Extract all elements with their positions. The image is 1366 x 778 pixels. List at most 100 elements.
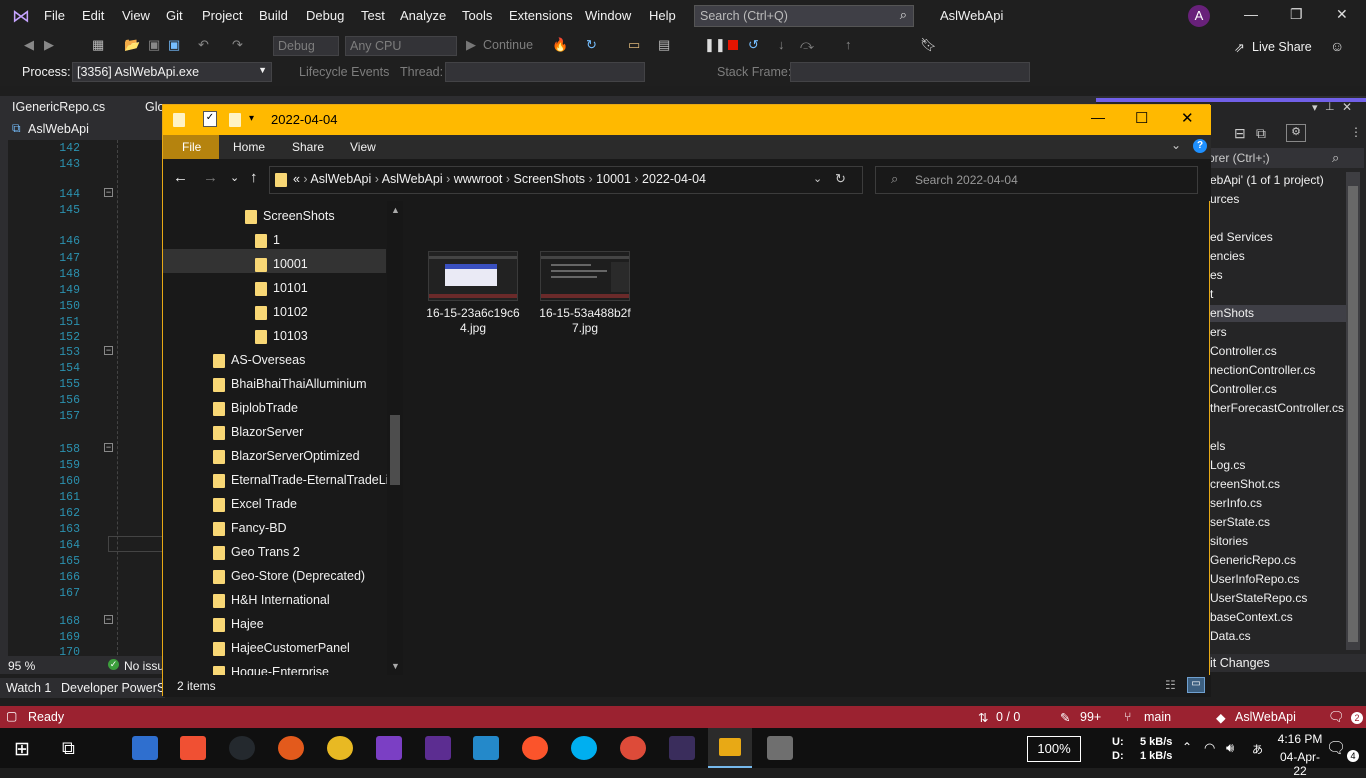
nav-item[interactable]: BlazorServerOptimized (231, 449, 360, 463)
nav-item[interactable]: BhaiBhaiThaiAlluminium (231, 377, 366, 391)
file-manager-icon[interactable] (327, 736, 353, 760)
file-item[interactable]: 16-15-23a6c19c6 4.jpg (425, 251, 520, 341)
zoom-indicator[interactable]: 100% (1027, 736, 1081, 762)
close-icon[interactable]: ✕ (1336, 6, 1348, 23)
task-view-icon[interactable]: ⧉ (62, 738, 75, 759)
refresh-icon[interactable]: ↻ (835, 171, 846, 187)
help-icon[interactable]: ? (1193, 139, 1207, 153)
app-window-icon[interactable] (767, 736, 793, 760)
commits-counter[interactable]: 0 / 0 (996, 710, 1020, 724)
solution-tree-item[interactable]: creenShot.cs (1210, 477, 1280, 491)
pin-icon[interactable]: ⊥ (1325, 100, 1335, 113)
recent-locations-icon[interactable]: ⌄ (230, 171, 239, 184)
expand-ribbon-icon[interactable]: ⌄ (1171, 138, 1181, 152)
nav-item[interactable]: Fancy-BD (231, 521, 287, 535)
tab-watch1[interactable]: Watch 1 (6, 681, 51, 695)
undo-icon[interactable]: ↶ (198, 37, 209, 53)
chrome-icon[interactable] (620, 736, 646, 760)
this-pc-icon[interactable] (132, 736, 158, 760)
solution-tree-item[interactable]: GenericRepo.cs (1210, 553, 1296, 567)
solution-tree-item[interactable]: es (1210, 268, 1223, 282)
branch-name[interactable]: main (1144, 710, 1171, 724)
new-item-icon[interactable]: ▦ (92, 37, 104, 53)
file-list[interactable]: 16-15-23a6c19c6 4.jpg 16-15-53a488b2f 7.jp… (405, 201, 1209, 675)
nav-item[interactable]: Hajee (231, 617, 264, 631)
code-editor[interactable] (0, 140, 165, 680)
quick-access-dropdown-icon[interactable]: ▾ (249, 113, 254, 124)
wifi-icon[interactable]: ◠ (1204, 740, 1215, 756)
tab-developer-powershell[interactable]: Developer PowerSh (61, 681, 172, 695)
menu-window[interactable]: Window (585, 8, 631, 23)
forward-arrow-icon[interactable]: → (203, 169, 218, 186)
solution-tree-item[interactable]: t (1210, 287, 1213, 301)
skype-icon[interactable] (571, 736, 597, 760)
repo-name[interactable]: AslWebApi (1235, 710, 1296, 724)
issues-indicator[interactable]: No issu (124, 659, 164, 673)
solution-tree-item[interactable]: els (1210, 439, 1225, 453)
solution-tree-item[interactable]: ed Services (1210, 230, 1273, 244)
volume-icon[interactable]: 🔊︎ (1226, 740, 1234, 756)
windows-start-icon[interactable]: ⊞ (14, 738, 30, 761)
brave-icon[interactable] (522, 736, 548, 760)
solution-tree-item[interactable]: ers (1210, 325, 1227, 339)
window-layout-icon[interactable]: ▤ (658, 37, 670, 53)
maximize-icon[interactable]: ☐ (1135, 109, 1148, 127)
file-item[interactable]: 16-15-53a488b2f 7.jpg (537, 251, 631, 341)
more-options-icon[interactable]: ⋮ (1350, 125, 1362, 139)
nav-item[interactable]: Geo-Store (Deprecated) (231, 569, 365, 583)
solution-tree-item[interactable]: serInfo.cs (1210, 496, 1262, 510)
minimize-icon[interactable]: — (1244, 6, 1258, 22)
back-nav-icon[interactable]: ◀ (24, 37, 34, 53)
large-icons-view-icon[interactable]: ▭ (1187, 677, 1205, 693)
tray-chevron-up-icon[interactable]: ⌃ (1182, 740, 1192, 754)
solution-tree-item[interactable]: sitories (1210, 534, 1248, 548)
file-explorer-taskbar-icon[interactable] (719, 738, 741, 756)
ribbon-tab-home[interactable]: Home (233, 140, 265, 154)
address-dropdown-icon[interactable]: ⌄ (813, 172, 822, 185)
refresh-icon[interactable]: ↻ (586, 37, 597, 53)
menu-git[interactable]: Git (166, 8, 183, 23)
visual-studio-icon[interactable] (376, 736, 402, 760)
pending-edits[interactable]: 99+ (1080, 710, 1101, 724)
ribbon-tab-share[interactable]: Share (292, 140, 324, 154)
collapse-icon[interactable]: − (104, 346, 113, 355)
solution-tree-item[interactable]: Controller.cs (1210, 344, 1277, 358)
process-combo[interactable]: [3356] AslWebApi.exe ▼ (72, 62, 272, 82)
hot-reload-icon[interactable]: 🔥 (552, 37, 568, 53)
minimize-icon[interactable]: — (1091, 109, 1105, 125)
forward-nav-icon[interactable]: ▶ (44, 37, 54, 53)
nav-item[interactable]: 10001 (273, 257, 308, 271)
solution-tree-item[interactable]: ebApi' (1 of 1 project) (1210, 173, 1324, 187)
thread-combo[interactable] (445, 62, 645, 82)
folder-icon[interactable]: ▭ (628, 37, 640, 53)
solution-tree-item[interactable]: Data.cs (1210, 629, 1251, 643)
nav-item[interactable]: HajeeCustomerPanel (231, 641, 350, 655)
vscode-icon[interactable] (473, 736, 499, 760)
tab-igenericrepo[interactable]: IGenericRepo.cs (12, 100, 105, 114)
navigation-pane[interactable]: ScreenShots 1 10001 10101 10102 10103 AS-Overs… (163, 201, 403, 680)
solution-tree-item[interactable]: Log.cs (1210, 458, 1245, 472)
step-out-icon[interactable]: ↑ (845, 37, 852, 52)
details-view-icon[interactable]: ☷ (1165, 678, 1176, 692)
menu-project[interactable]: Project (202, 8, 242, 23)
nav-item[interactable]: 10101 (273, 281, 308, 295)
ribbon-tab-view[interactable]: View (350, 140, 376, 154)
avatar[interactable]: A (1188, 5, 1210, 27)
language-icon[interactable]: あ (1252, 741, 1263, 757)
save-icon[interactable]: ▣ (148, 37, 160, 53)
solution-tree-item[interactable]: baseContext.cs (1210, 610, 1293, 624)
bookmark-icon[interactable]: 🔖︎ (920, 37, 937, 53)
live-share-icon[interactable]: ⇗ (1234, 40, 1245, 56)
menu-analyze[interactable]: Analyze (400, 8, 446, 23)
restore-icon[interactable]: ❐ (1290, 6, 1303, 23)
nav-item[interactable]: 10103 (273, 329, 308, 343)
postman-icon[interactable] (278, 736, 304, 760)
collapse-icon[interactable]: − (104, 443, 113, 452)
nav-item[interactable]: 10102 (273, 305, 308, 319)
nav-item[interactable]: ScreenShots (263, 209, 335, 223)
menu-help[interactable]: Help (649, 8, 676, 23)
menu-edit[interactable]: Edit (82, 8, 104, 23)
continue-button[interactable]: Continue (483, 38, 533, 52)
menu-file[interactable]: File (44, 8, 65, 23)
notifications-icon[interactable]: 🗨 (1328, 709, 1345, 725)
